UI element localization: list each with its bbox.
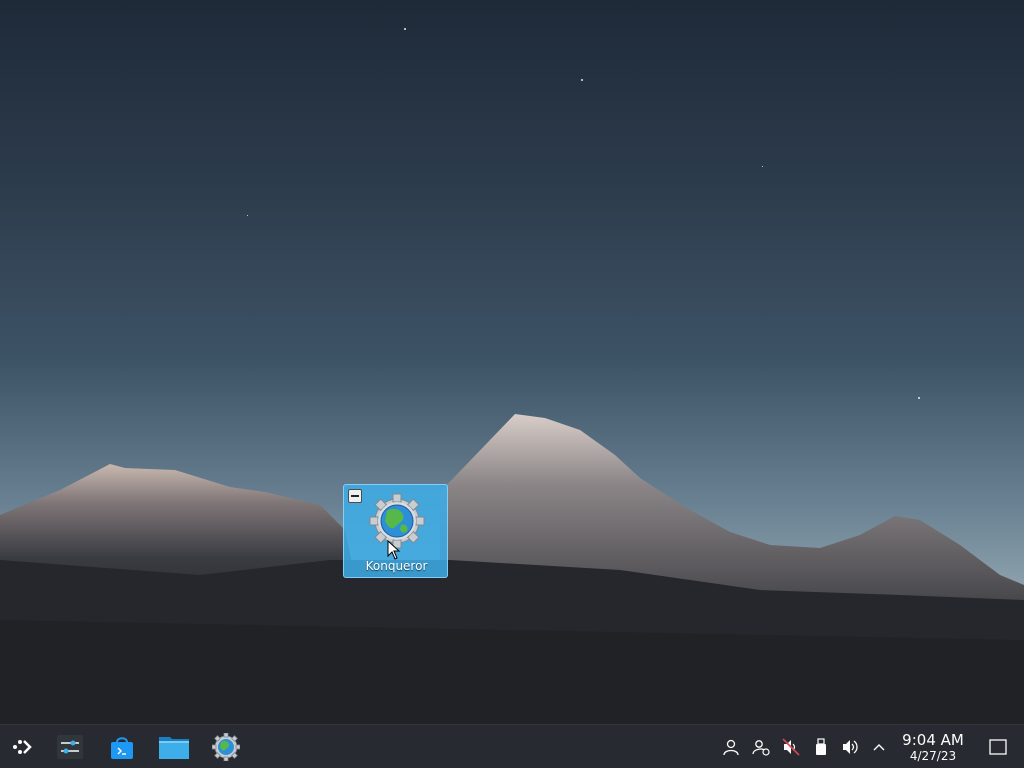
system-settings-icon <box>57 735 83 759</box>
star <box>404 28 406 30</box>
tray-user-status[interactable] <box>750 736 772 758</box>
star <box>762 166 763 167</box>
application-launcher-button[interactable] <box>6 725 38 769</box>
star <box>247 215 248 216</box>
tray-volume-muted[interactable] <box>780 736 802 758</box>
clock-date: 4/27/23 <box>909 749 957 763</box>
tray-user[interactable] <box>720 736 742 758</box>
user-status-icon <box>752 740 770 756</box>
clock-time: 9:04 AM <box>902 731 964 749</box>
taskbar: 9:04 AM 4/27/23 <box>0 724 1024 768</box>
chevron-up-icon <box>873 744 885 751</box>
show-desktop-button[interactable] <box>987 736 1009 758</box>
mountain-wallpaper <box>0 414 1024 724</box>
desktop-icon-label: Konqueror <box>365 559 428 573</box>
show-desktop-icon <box>989 739 1007 755</box>
star <box>581 79 583 81</box>
discover-icon <box>111 737 133 759</box>
mouse-cursor-icon <box>387 540 401 560</box>
tray-expand-button[interactable] <box>868 736 890 758</box>
task-system-settings[interactable] <box>52 725 88 769</box>
task-discover[interactable] <box>104 725 140 769</box>
dolphin-folder-icon <box>159 737 189 759</box>
volume-muted-icon <box>782 738 800 756</box>
application-launcher-icon <box>13 740 32 754</box>
task-dolphin[interactable] <box>156 725 192 769</box>
desktop[interactable]: Konqueror <box>0 0 1024 724</box>
usb-device-icon <box>816 738 826 755</box>
tray-usb-device[interactable] <box>810 736 832 758</box>
digital-clock[interactable]: 9:04 AM 4/27/23 <box>898 731 968 764</box>
star <box>918 397 920 399</box>
user-icon <box>723 739 739 756</box>
konqueror-icon <box>212 733 240 761</box>
tray-volume[interactable] <box>840 736 862 758</box>
desktop-icon-konqueror[interactable]: Konqueror <box>343 484 448 578</box>
selection-toggle-icon[interactable] <box>348 489 362 503</box>
volume-icon <box>843 740 858 754</box>
task-konqueror[interactable] <box>208 725 244 769</box>
